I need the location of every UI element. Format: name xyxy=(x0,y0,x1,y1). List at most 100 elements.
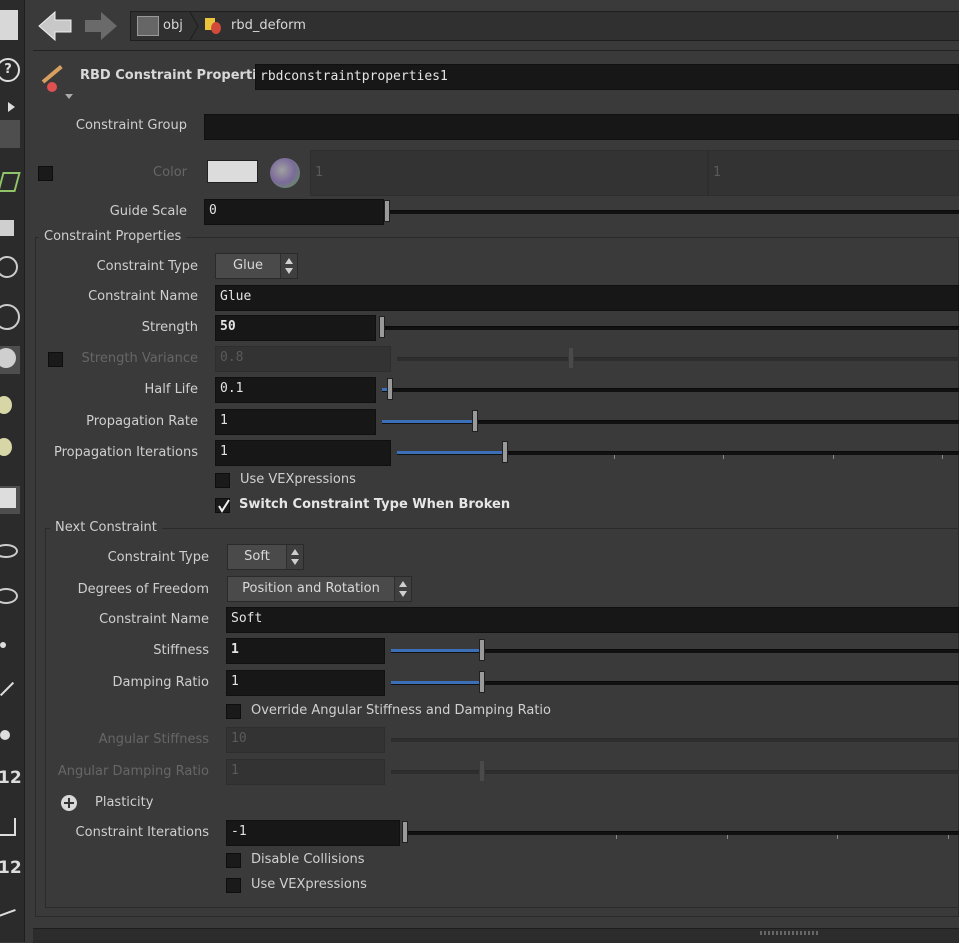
strength-variance-checkbox[interactable] xyxy=(48,352,63,367)
eye-icon[interactable] xyxy=(0,540,20,568)
next-constraint-name-label: Constraint Name xyxy=(99,612,209,627)
skull-icon[interactable] xyxy=(0,396,20,424)
stiffness-slider-handle[interactable] xyxy=(479,639,485,661)
stiffness-field[interactable]: 1 xyxy=(226,638,385,664)
plus-expand-icon[interactable] xyxy=(61,795,77,811)
node-header: RBD Constraint Properties rbdconstraintp… xyxy=(33,52,959,102)
damping-ratio-slider-handle[interactable] xyxy=(479,671,485,693)
half-life-label: Half Life xyxy=(144,382,199,397)
plasticity-label[interactable]: Plasticity xyxy=(95,795,153,810)
constraint-iterations-field[interactable]: -1 xyxy=(226,820,400,846)
pane-icon[interactable] xyxy=(0,6,20,40)
slider-tick xyxy=(727,835,728,839)
constraint-iterations-slider-handle[interactable] xyxy=(402,821,408,843)
transform-tool-icon[interactable] xyxy=(0,168,21,196)
strength-variance-slider-handle xyxy=(568,347,574,369)
light-bulb-icon[interactable] xyxy=(0,346,20,374)
half-life-field[interactable]: 0.1 xyxy=(215,377,376,403)
checker-cube-icon[interactable] xyxy=(0,486,20,514)
disable-collisions-checkbox[interactable] xyxy=(226,853,241,868)
propagation-iterations-slider-handle[interactable] xyxy=(502,441,508,463)
angular-stiffness-slider xyxy=(391,738,959,742)
constraint-iterations-slider[interactable] xyxy=(406,831,959,835)
lock-icon[interactable] xyxy=(0,212,20,240)
switch-type-label: Switch Constraint Type When Broken xyxy=(239,497,511,512)
dof-value: Position and Rotation xyxy=(242,581,380,596)
skull-plus-icon[interactable] xyxy=(0,438,20,466)
propagation-rate-label: Propagation Rate xyxy=(86,414,198,429)
close-icon[interactable] xyxy=(0,256,20,284)
use-vexpressions-checkbox[interactable] xyxy=(215,473,230,488)
guide-scale-label: Guide Scale xyxy=(109,204,187,219)
constraint-name-field[interactable]: Glue xyxy=(215,285,959,311)
strength-field[interactable]: 50 xyxy=(215,315,376,341)
resize-grip-icon[interactable] xyxy=(760,931,820,935)
slider-tick xyxy=(616,835,617,839)
constraint-group-field[interactable] xyxy=(204,114,959,140)
shelf-toolbar: ? 12 12 xyxy=(0,0,24,942)
constraint-group-label: Constraint Group xyxy=(75,118,187,133)
override-angular-checkbox[interactable] xyxy=(226,704,241,719)
guide-scale-slider[interactable] xyxy=(387,210,959,214)
help-icon[interactable]: ? xyxy=(0,58,20,86)
angular-damping-label: Angular Damping Ratio xyxy=(57,764,209,779)
dof-menu[interactable]: Position and Rotation xyxy=(227,576,412,602)
use-vexpressions-label: Use VEXpressions xyxy=(240,472,356,487)
propagation-rate-field[interactable]: 1 xyxy=(215,409,376,435)
constraint-type-menu[interactable]: Glue xyxy=(215,253,298,279)
guide-scale-field[interactable]: 0 xyxy=(204,199,384,225)
stiffness-label: Stiffness xyxy=(153,643,209,658)
pen-icon[interactable] xyxy=(0,678,20,706)
propagation-iterations-field[interactable]: 1 xyxy=(215,440,391,466)
next-constraint-type-label: Constraint Type xyxy=(107,550,209,565)
menu-arrows-icon xyxy=(286,545,303,569)
constraint-properties-title: Constraint Properties xyxy=(39,229,187,244)
back-arrow-icon[interactable] xyxy=(37,8,75,44)
strength-label: Strength xyxy=(141,320,198,335)
override-angular-label: Override Angular Stiffness and Damping R… xyxy=(251,703,551,718)
switch-type-checkbox[interactable] xyxy=(215,498,230,513)
breadcrumb-obj[interactable]: obj xyxy=(135,12,195,40)
badge-12-icon[interactable]: 12 xyxy=(0,768,22,796)
dot-icon[interactable] xyxy=(0,640,20,668)
propagation-rate-slider-handle[interactable] xyxy=(472,410,478,432)
eye-closed-icon[interactable] xyxy=(0,584,20,612)
badge-12-alt-label: 12 xyxy=(0,858,22,878)
bucket-icon[interactable] xyxy=(0,814,20,842)
half-life-slider-handle[interactable] xyxy=(387,378,393,400)
badge-12-alt-icon[interactable]: 12 xyxy=(0,858,22,886)
next-use-vexpressions-checkbox[interactable] xyxy=(226,878,241,893)
next-constraint-type-menu[interactable]: Soft xyxy=(227,544,304,570)
select-tool-icon[interactable] xyxy=(0,120,20,148)
half-life-slider[interactable] xyxy=(382,388,959,392)
breadcrumb-rbd-deform[interactable]: rbd_deform xyxy=(203,12,333,40)
damping-ratio-field[interactable]: 1 xyxy=(226,670,385,696)
line-tool-icon[interactable] xyxy=(0,902,20,930)
geometry-node-icon xyxy=(205,18,223,34)
propagation-iterations-slider-fill xyxy=(397,451,503,454)
slider-tick xyxy=(723,455,724,459)
snap-icon[interactable] xyxy=(0,304,20,332)
color-swatch[interactable] xyxy=(207,160,258,183)
slider-tick xyxy=(614,455,615,459)
angular-damping-slider-handle xyxy=(479,760,485,782)
badge-12-label: 12 xyxy=(0,768,22,788)
constraint-type-label: Constraint Type xyxy=(96,259,198,274)
checkmark-icon xyxy=(218,499,230,513)
pane-divider[interactable] xyxy=(24,0,33,942)
node-name-field[interactable]: rbdconstraintproperties1 xyxy=(255,64,959,90)
rbd-constraint-node-icon[interactable] xyxy=(39,60,75,99)
strength-variance-field: 0.8 xyxy=(215,346,391,372)
paint-icon[interactable] xyxy=(0,722,20,750)
color-enable-checkbox[interactable] xyxy=(38,166,53,181)
constraint-name-label: Constraint Name xyxy=(88,289,198,304)
forward-arrow-icon[interactable] xyxy=(81,8,119,44)
strength-slider-handle[interactable] xyxy=(379,316,385,338)
color-wheel-icon[interactable] xyxy=(270,158,300,188)
strength-slider[interactable] xyxy=(382,326,959,330)
next-constraint-name-field[interactable]: Soft xyxy=(226,607,959,633)
disable-collisions-label: Disable Collisions xyxy=(251,852,365,867)
next-constraint-type-value: Soft xyxy=(244,549,270,564)
guide-scale-slider-handle[interactable] xyxy=(384,200,390,222)
node-type-label: RBD Constraint Properties xyxy=(80,68,274,83)
